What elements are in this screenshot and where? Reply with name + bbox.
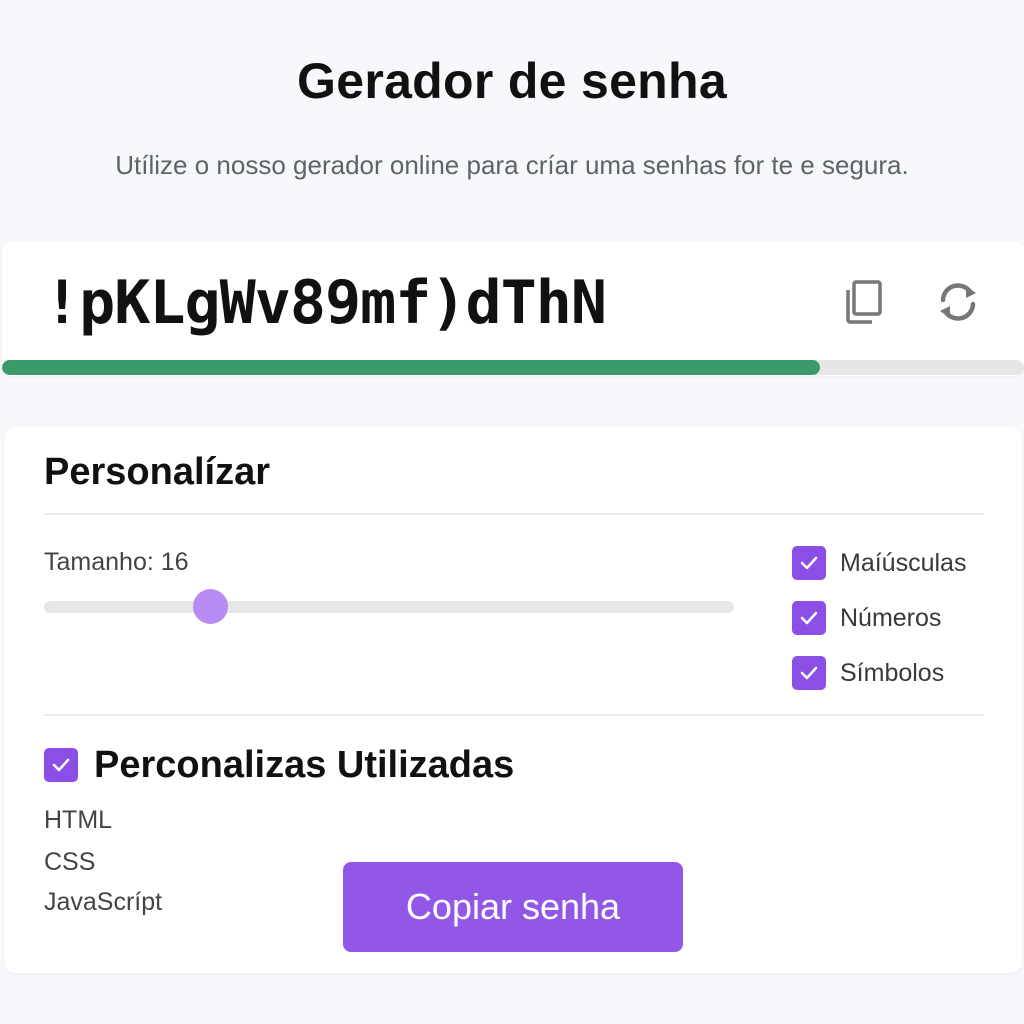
numbers-option[interactable]: Números <box>792 600 941 636</box>
page-title: Gerador de senha <box>297 53 727 109</box>
checkmark-icon <box>800 556 818 570</box>
refresh-icon[interactable] <box>932 276 984 328</box>
copy-icon[interactable] <box>838 276 890 328</box>
copy-password-button[interactable]: Copiar senha <box>343 862 683 952</box>
length-label: Tamanho: 16 <box>44 548 189 576</box>
password-generator-page: Gerador de senha Utílize o nosso gerador… <box>0 0 1024 1024</box>
numbers-checkbox[interactable] <box>792 601 826 635</box>
generated-password[interactable]: !pKLgWv89mf)dThN <box>44 268 607 338</box>
used-technologies-header: Perconalizas Utilizadas <box>44 743 514 787</box>
tech-list-item: CSS <box>44 848 96 876</box>
divider <box>44 714 984 716</box>
symbols-option[interactable]: Símbolos <box>792 655 944 691</box>
used-technologies-checkbox[interactable] <box>44 748 78 782</box>
used-technologies-title: Perconalizas Utilizadas <box>94 743 515 786</box>
symbols-label: Símbolos <box>840 658 945 687</box>
divider <box>44 513 984 515</box>
numbers-label: Números <box>840 603 942 632</box>
options-heading: Personalízar <box>44 451 270 493</box>
uppercase-option[interactable]: Maíúsculas <box>792 545 966 581</box>
uppercase-label: Maíúsculas <box>840 548 967 577</box>
length-slider[interactable] <box>44 601 734 613</box>
strength-meter-fill <box>2 360 820 375</box>
checkmark-icon <box>52 758 70 772</box>
symbols-checkbox[interactable] <box>792 656 826 690</box>
tech-list-item: JavaScrípt <box>44 888 163 916</box>
tech-list-item: HTML <box>44 806 113 834</box>
length-slider-thumb[interactable] <box>193 589 228 624</box>
page-subtitle: Utílize o nosso gerador online para cría… <box>115 150 909 180</box>
strength-meter <box>2 360 1024 375</box>
uppercase-checkbox[interactable] <box>792 546 826 580</box>
checkmark-icon <box>800 611 818 625</box>
checkmark-icon <box>800 666 818 680</box>
